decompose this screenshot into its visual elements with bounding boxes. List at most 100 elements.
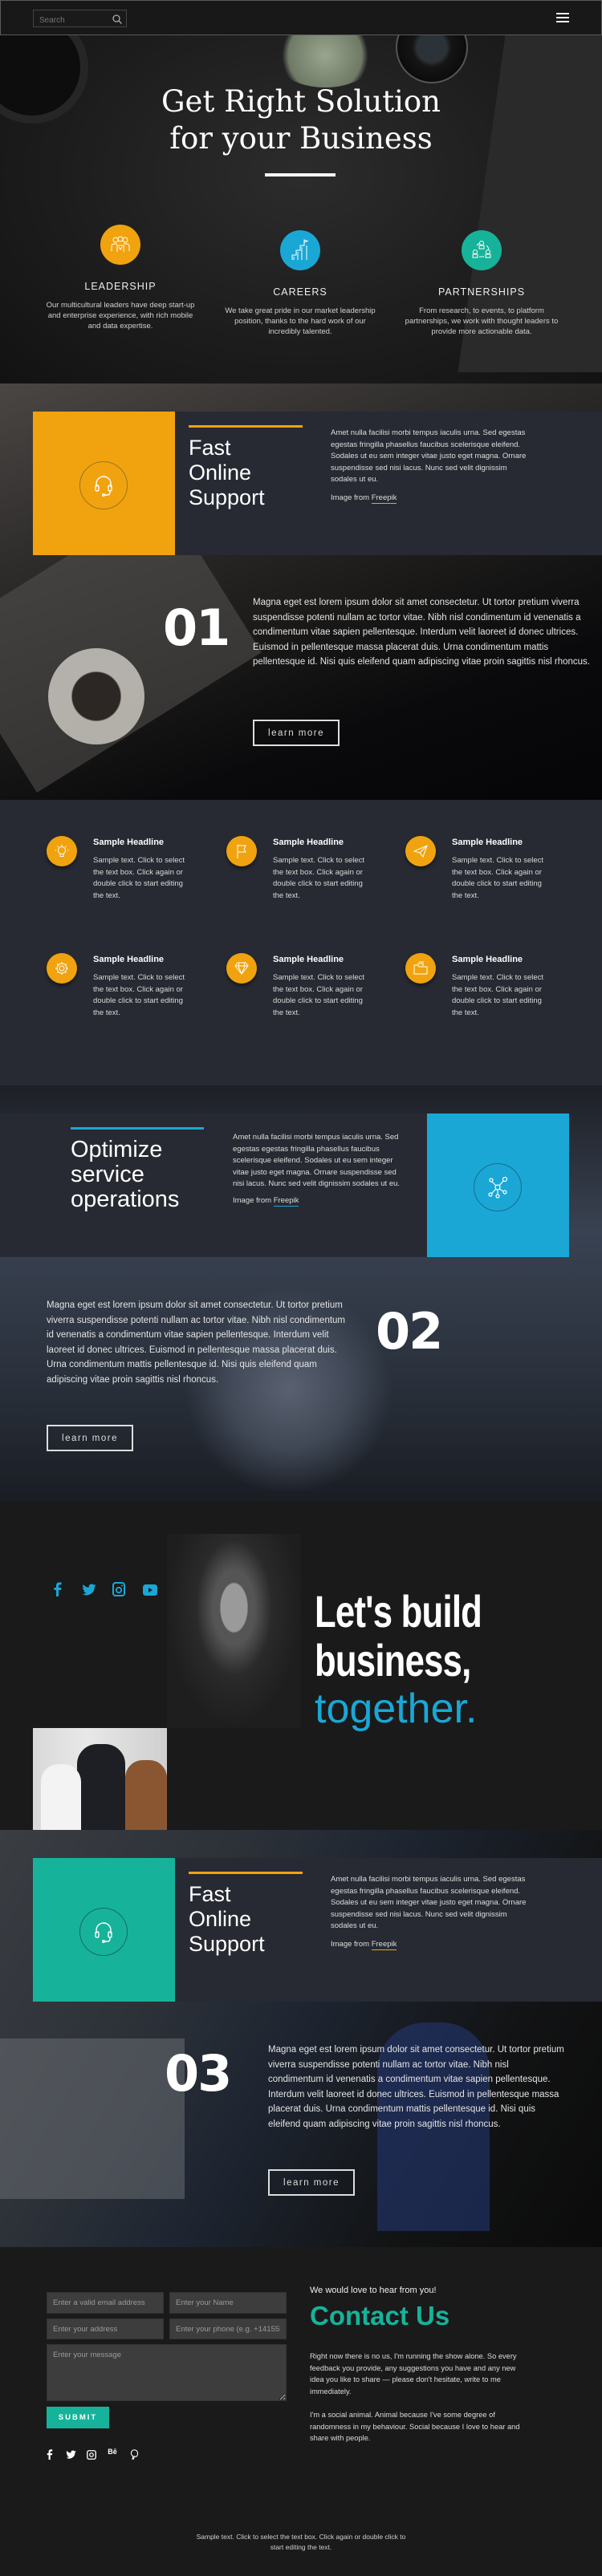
feature-title: Sample Headline — [452, 955, 523, 964]
contact-section: SUBMIT Bē We would love to hear from you… — [0, 2247, 602, 2576]
footer-note: Sample text. Click to select the text bo… — [196, 2533, 406, 2551]
instagram-icon[interactable] — [87, 2448, 97, 2460]
feature-text: Sample text. Click to select the text bo… — [93, 973, 185, 1017]
submit-button[interactable]: SUBMIT — [47, 2407, 109, 2428]
phone-field[interactable] — [169, 2318, 287, 2339]
optimize-card: Optimize service operations Amet nulla f… — [0, 1114, 569, 1257]
credit-prefix: Image from — [331, 493, 370, 502]
facebook-icon[interactable] — [51, 1582, 64, 1596]
feature-title: Sample Headline — [93, 838, 165, 847]
credit-prefix: Image from — [233, 1196, 272, 1205]
email-field[interactable] — [47, 2292, 164, 2314]
notebook-photo-decoration — [0, 2038, 185, 2199]
headset-icon — [79, 461, 128, 509]
card-text: Amet nulla facilisi morbi tempus iaculis… — [233, 1133, 401, 1188]
youtube-icon[interactable] — [143, 1584, 158, 1596]
pillar-text: Our multicultural leaders have deep star… — [46, 301, 195, 331]
search-box — [33, 10, 127, 29]
learn-more-button[interactable]: learn more — [47, 1425, 133, 1451]
address-field[interactable] — [47, 2318, 164, 2339]
search-input[interactable] — [34, 12, 106, 29]
hero-title-line-1: Get Right Solution — [161, 84, 441, 119]
contact-paragraph: Right now there is no us, I'm running th… — [310, 2352, 517, 2396]
search-icon[interactable] — [112, 13, 123, 24]
twitter-icon[interactable] — [82, 1584, 96, 1596]
section-02: Optimize service operations Amet nulla f… — [0, 1085, 602, 1502]
card-title: Fast Online Support — [189, 1882, 265, 1957]
together-headline: Let's build business, — [315, 1587, 482, 1685]
learn-more-button[interactable]: learn more — [253, 720, 340, 746]
credit-prefix: Image from — [331, 1940, 370, 1949]
feature-text: Sample text. Click to select the text bo… — [452, 973, 544, 1017]
feature-title: Sample Headline — [452, 838, 523, 847]
step-number: 03 — [165, 2044, 232, 2103]
card-accent-bar — [189, 425, 303, 428]
hero-title: Get Right Solution for your Business — [0, 83, 602, 157]
contact-kicker: We would love to hear from you! — [310, 2286, 437, 2295]
instagram-icon[interactable] — [112, 1582, 126, 1596]
headline-line: Let's build — [315, 1586, 482, 1637]
image-credit: Image from Freepik — [331, 493, 397, 504]
top-navbar — [0, 0, 602, 35]
together-section: Let's build business, together. — [0, 1502, 602, 1922]
name-field[interactable] — [169, 2292, 287, 2314]
learn-more-button[interactable]: learn more — [268, 2169, 355, 2196]
diamond-icon — [226, 953, 257, 984]
freepik-link[interactable]: Freepik — [371, 1940, 397, 1950]
hero-divider — [265, 173, 336, 176]
freepik-link[interactable]: Freepik — [273, 1196, 299, 1207]
card-title-line: Optimize — [71, 1137, 163, 1162]
feature-title: Sample Headline — [273, 955, 344, 964]
card-color-block — [427, 1114, 569, 1257]
lightbulb-icon — [47, 836, 77, 866]
pinterest-icon[interactable] — [130, 2448, 140, 2460]
flag-icon — [226, 836, 257, 866]
hamburger-menu-icon[interactable] — [556, 13, 569, 24]
image-credit: Image from Freepik — [331, 1940, 397, 1950]
card-title-line: service — [71, 1162, 144, 1187]
card-title-line: Fast — [189, 436, 231, 460]
card-title-line: operations — [71, 1187, 180, 1212]
headset-icon — [79, 1908, 128, 1956]
portrait-photo — [167, 1534, 301, 1728]
card-title: Fast Online Support — [189, 436, 265, 510]
card-color-block — [33, 412, 175, 555]
headline-line: business, — [315, 1635, 471, 1686]
social-links — [51, 1582, 169, 1600]
pillar-partnerships: PARTNERSHIPS From research, to events, t… — [393, 230, 570, 337]
card-accent-bar — [189, 1872, 303, 1874]
card-title-line: Online — [189, 1907, 252, 1931]
contact-title: Contact Us — [310, 2301, 450, 2331]
fast-support-card: Fast Online Support Amet nulla facilisi … — [33, 1858, 602, 2002]
behance-icon[interactable]: Bē — [108, 2448, 119, 2457]
pillar-leadership: LEADERSHIP Our multicultural leaders hav… — [32, 225, 209, 331]
team-leaders-icon — [100, 225, 140, 265]
camera-lens-decoration — [396, 35, 468, 83]
headline-accent: together. — [315, 1686, 478, 1732]
paper-plane-icon — [405, 836, 436, 866]
feature-text: Sample text. Click to select the text bo… — [273, 856, 365, 900]
hero-section: Get Right Solution for your Business LEA… — [0, 35, 602, 383]
facebook-icon[interactable] — [45, 2448, 55, 2460]
step-paragraph: Magna eget est lorem ipsum dolor sit ame… — [268, 2045, 564, 2129]
feature-title: Sample Headline — [93, 955, 165, 964]
freepik-link[interactable]: Freepik — [371, 493, 397, 504]
card-color-block — [33, 1858, 175, 2002]
coffee-saucer-decoration — [48, 648, 144, 744]
message-field[interactable] — [47, 2344, 287, 2401]
card-text: Amet nulla facilisi morbi tempus iaculis… — [331, 428, 527, 484]
fast-support-card: Fast Online Support Amet nulla facilisi … — [33, 412, 602, 555]
folder-icon — [405, 953, 436, 984]
card-title: Optimize service operations — [71, 1138, 179, 1212]
hero-title-line-2: for your Business — [169, 121, 433, 156]
succulent-decoration — [273, 35, 377, 87]
stairs-flag-icon — [280, 230, 320, 270]
image-credit: Image from Freepik — [233, 1196, 299, 1207]
section-01: Fast Online Support Amet nulla facilisi … — [0, 383, 602, 800]
pillar-careers: CAREERS We take great pride in our marke… — [212, 230, 388, 337]
feature-text: Sample text. Click to select the text bo… — [452, 856, 544, 900]
feature-text: Sample text. Click to select the text bo… — [273, 973, 365, 1017]
card-text: Amet nulla facilisi morbi tempus iaculis… — [331, 1875, 527, 1930]
footer-social-links: Bē — [45, 2448, 147, 2463]
twitter-icon[interactable] — [66, 2448, 76, 2459]
